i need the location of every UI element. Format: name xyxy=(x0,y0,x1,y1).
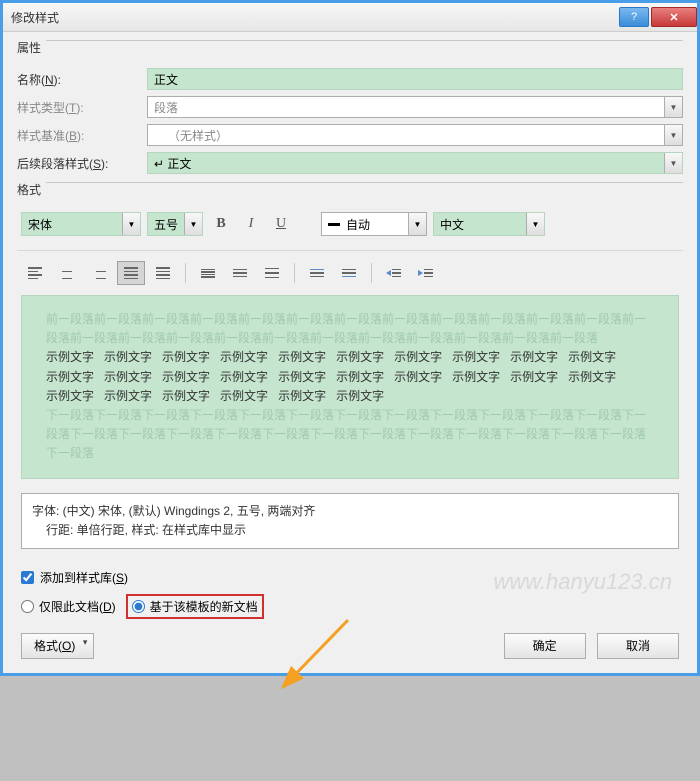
close-button[interactable]: ✕ xyxy=(651,7,697,27)
align-distribute-icon xyxy=(156,267,170,279)
style-description: 字体: (中文) 宋体, (默认) Wingdings 2, 五号, 两端对齐 … xyxy=(21,493,679,549)
ok-button[interactable]: 确定 xyxy=(504,633,586,659)
align-justify-button[interactable] xyxy=(117,261,145,285)
styletype-select: 段落▼ xyxy=(147,96,683,118)
indent-dec-button[interactable] xyxy=(380,261,408,285)
bold-button[interactable]: B xyxy=(209,212,233,236)
preview-before: 前一段落前一段落前一段落前一段落前一段落前一段落前一段落前一段落前一段落前一段落… xyxy=(46,310,654,348)
align-center-button[interactable] xyxy=(53,261,81,285)
modify-style-dialog: 修改样式 ? ✕ 属性 名称(N): 样式类型(T): 段落▼ 样式基准(B):… xyxy=(0,0,700,676)
preview-after: 下一段落下一段落下一段落下一段落下一段落下一段落下一段落下一段落下一段落下一段落… xyxy=(46,406,654,464)
line-spacing-1-button[interactable] xyxy=(194,261,222,285)
name-label: 名称(N): xyxy=(17,71,147,88)
name-input[interactable] xyxy=(147,68,683,90)
font-select[interactable]: 宋体▼ xyxy=(21,212,141,236)
line-spacing-15-button[interactable] xyxy=(226,261,254,285)
chevron-down-icon[interactable]: ▼ xyxy=(408,213,426,235)
help-button[interactable]: ? xyxy=(619,7,649,27)
size-select[interactable]: 五号▼ xyxy=(147,212,203,236)
chevron-down-icon[interactable]: ▼ xyxy=(122,213,140,235)
titlebar: 修改样式 ? ✕ xyxy=(3,3,697,32)
align-left-button[interactable] xyxy=(21,261,49,285)
new-docs-radio[interactable] xyxy=(132,600,145,613)
following-select[interactable]: ↵ 正文▼ xyxy=(147,152,683,174)
format-menu-button[interactable]: 格式(O) xyxy=(21,633,94,659)
line-spacing-2-button[interactable] xyxy=(258,261,286,285)
desc-line1: 字体: (中文) 宋体, (默认) Wingdings 2, 五号, 两端对齐 xyxy=(32,502,668,521)
align-center-icon xyxy=(60,267,74,279)
chevron-down-icon[interactable]: ▼ xyxy=(664,153,682,173)
italic-button[interactable]: I xyxy=(239,212,263,236)
only-this-doc-label[interactable]: 仅限此文档(D) xyxy=(21,598,116,615)
styletype-label: 样式类型(T): xyxy=(17,99,147,116)
highlighted-option: 基于该模板的新文档 xyxy=(126,594,264,619)
underline-button[interactable]: U xyxy=(269,212,293,236)
indent-inc-button[interactable] xyxy=(412,261,440,285)
chevron-down-icon[interactable]: ▼ xyxy=(526,213,544,235)
basedon-select: （无样式）▼ xyxy=(147,124,683,146)
dialog-title: 修改样式 xyxy=(11,9,59,26)
line-spacing-icon xyxy=(265,268,279,279)
align-distribute-button[interactable] xyxy=(149,261,177,285)
preview-sample: 示例文字示例文字示例文字示例文字示例文字示例文字示例文字示例文字示例文字示例文字… xyxy=(46,348,654,406)
para-space-inc-button[interactable] xyxy=(303,261,331,285)
para-space-dec-button[interactable] xyxy=(335,261,363,285)
add-to-gallery-label[interactable]: 添加到样式库(S) xyxy=(40,569,128,586)
add-to-gallery-checkbox[interactable] xyxy=(21,571,34,584)
line-spacing-icon xyxy=(233,269,247,278)
indent-dec-icon xyxy=(386,267,402,279)
following-label: 后续段落样式(S): xyxy=(17,155,147,172)
color-select[interactable]: 自动▼ xyxy=(321,212,427,236)
para-space-icon xyxy=(342,269,356,278)
format-section: 格式 宋体▼ 五号▼ B I U 自动▼ 中文▼ xyxy=(17,182,683,549)
cancel-button[interactable]: 取消 xyxy=(597,633,679,659)
line-spacing-icon xyxy=(201,269,215,278)
basedon-label: 样式基准(B): xyxy=(17,127,147,144)
align-left-icon xyxy=(28,267,42,279)
new-docs-label[interactable]: 基于该模板的新文档 xyxy=(132,598,258,615)
align-right-icon xyxy=(92,267,106,279)
align-right-button[interactable] xyxy=(85,261,113,285)
indent-inc-icon xyxy=(418,267,434,279)
format-legend: 格式 xyxy=(17,181,46,198)
chevron-down-icon: ▼ xyxy=(664,125,682,145)
properties-section: 属性 名称(N): 样式类型(T): 段落▼ 样式基准(B): （无样式）▼ 后… xyxy=(17,40,683,174)
properties-legend: 属性 xyxy=(17,39,46,56)
align-justify-icon xyxy=(124,267,138,279)
para-space-icon xyxy=(310,269,324,278)
chevron-down-icon: ▼ xyxy=(664,97,682,117)
only-this-doc-radio[interactable] xyxy=(21,600,34,613)
lang-select[interactable]: 中文▼ xyxy=(433,212,545,236)
chevron-down-icon[interactable]: ▼ xyxy=(184,213,202,235)
desc-line2: 行距: 单倍行距, 样式: 在样式库中显示 xyxy=(32,521,668,540)
preview-box: 前一段落前一段落前一段落前一段落前一段落前一段落前一段落前一段落前一段落前一段落… xyxy=(21,295,679,479)
